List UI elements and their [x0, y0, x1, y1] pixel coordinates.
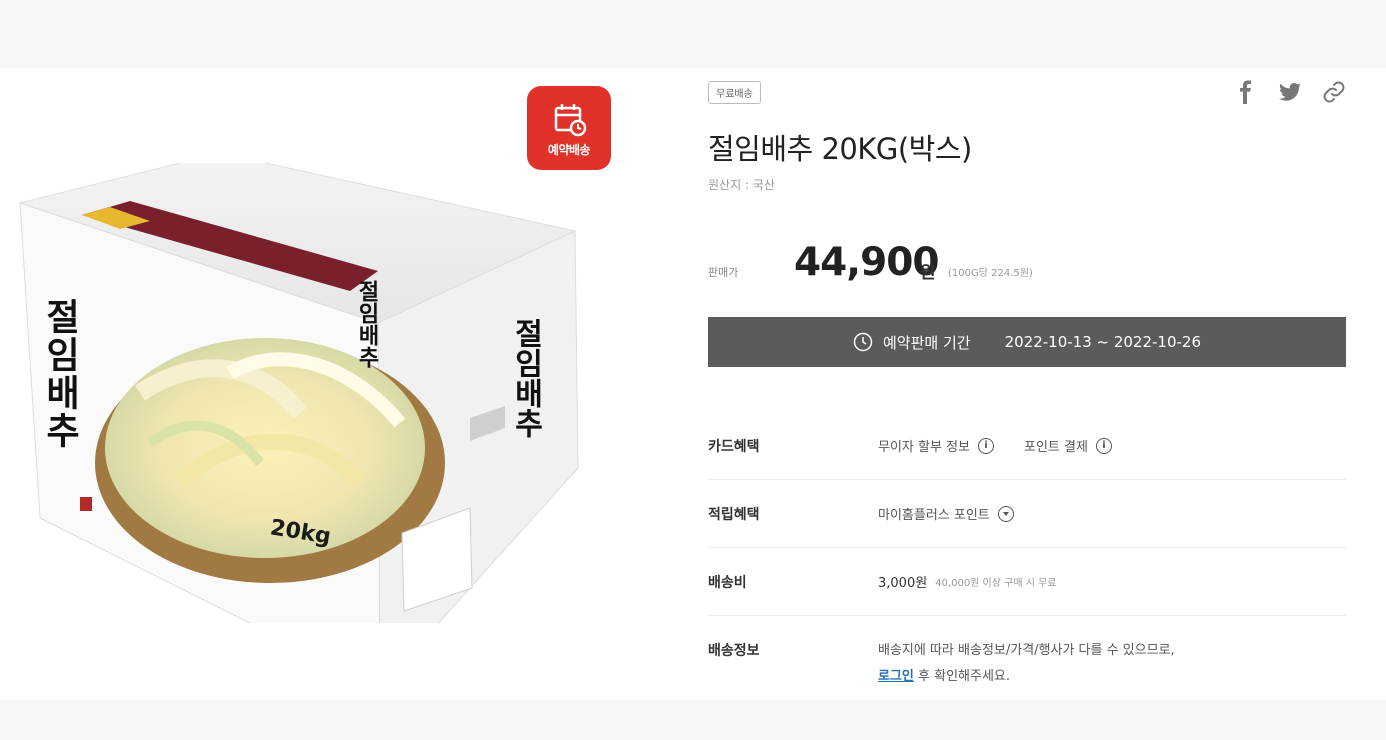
shipping-info-text: 배송지에 따라 배송정보/가격/행사가 다를 수 있으므로, — [878, 643, 1175, 658]
facebook-icon[interactable] — [1234, 80, 1258, 104]
product-title: 절임배추 20KG(박스) — [708, 132, 972, 166]
calendar-clock-icon — [554, 103, 587, 136]
shipping-info-label: 배송정보 — [708, 643, 760, 659]
clock-icon — [853, 332, 873, 352]
price-label: 판매가 — [708, 266, 739, 279]
dropdown-arrow-icon[interactable] — [997, 505, 1014, 522]
box-top-title: 절임배추 — [354, 280, 380, 368]
point-payment-link[interactable]: 포인트 결제 — [1024, 436, 1088, 455]
shipping-fee-note: 40,000원 이상 구매 시 무료 — [935, 578, 1057, 589]
link-icon[interactable] — [1322, 80, 1346, 104]
shipping-fee-label: 배송비 — [708, 575, 747, 591]
box-front-title: 절임배추 — [39, 298, 81, 450]
reservation-period-bar: 예약판매 기간 2022-10-13 ~ 2022-10-26 — [708, 317, 1346, 367]
card-benefit-label: 카드혜택 — [708, 439, 760, 455]
shipping-fee-row: 배송비 3,000원 40,000원 이상 구매 시 무료 — [708, 548, 1346, 616]
product-image: 절임배추 절임배추 절임배추 20kg 예약배송 — [0, 68, 640, 700]
box-side-title: 절임배추 — [508, 318, 543, 438]
reserve-delivery-badge: 예약배송 — [527, 86, 611, 170]
reservation-label: 예약판매 기간 — [882, 333, 971, 352]
shipping-fee-value: 3,000원 — [878, 576, 928, 591]
product-info: 무료배송 절임배추 20KG(박스) 원산지 : 국산 판매가 44,900 원… — [708, 68, 1346, 700]
product-detail: 절임배추 절임배추 절임배추 20kg 예약배송 무료배송 절임배추 20KG(… — [0, 68, 1386, 700]
price-unit: 원 — [920, 263, 936, 283]
info-icon[interactable]: i — [978, 437, 994, 454]
points-benefit-row: 적립혜택 마이홈플러스 포인트 — [708, 480, 1346, 548]
product-price: 44,900 — [794, 240, 939, 285]
info-icon[interactable]: i — [1095, 437, 1112, 454]
reserve-delivery-label: 예약배송 — [547, 142, 591, 157]
points-value: 마이홈플러스 포인트 — [878, 508, 990, 523]
free-shipping-badge: 무료배송 — [708, 81, 761, 104]
installment-info-link[interactable]: 무이자 할부 정보 — [878, 436, 970, 455]
card-benefit-row: 카드혜택 무이자 할부 정보 i 포인트 결제 i — [708, 412, 1346, 480]
twitter-icon[interactable] — [1278, 80, 1302, 104]
unit-price: (100G당 224.5원) — [948, 268, 1033, 279]
shipping-info-suffix: 후 확인해주세요. — [913, 669, 1011, 684]
reservation-period: 2022-10-13 ~ 2022-10-26 — [1004, 333, 1202, 351]
product-origin: 원산지 : 국산 — [708, 178, 775, 192]
shipping-info-row: 배송정보 배송지에 따라 배송정보/가격/행사가 다를 수 있으므로, 로그인 … — [708, 616, 1346, 696]
share-buttons — [1234, 80, 1346, 104]
benefit-rows: 카드혜택 무이자 할부 정보 i 포인트 결제 i 적립혜택 마이홈플러스 포인… — [708, 412, 1346, 696]
login-link[interactable]: 로그인 — [878, 669, 914, 684]
points-benefit-label: 적립혜택 — [708, 507, 760, 523]
